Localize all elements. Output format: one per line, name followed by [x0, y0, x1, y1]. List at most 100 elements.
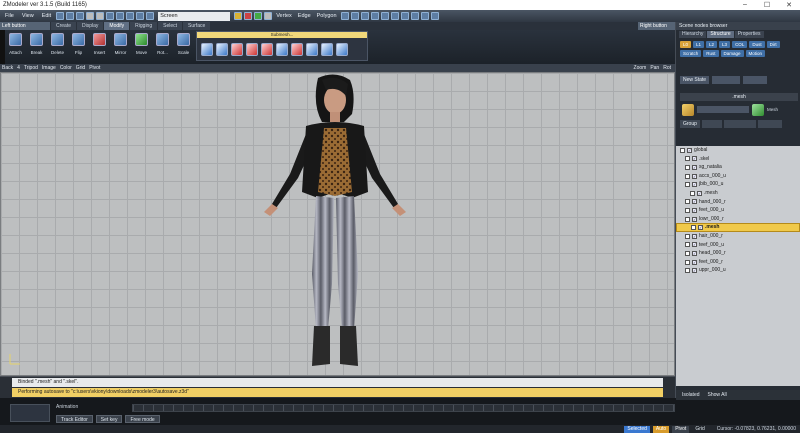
tree-node[interactable]: ✓ .skel	[676, 155, 800, 164]
chip-l3[interactable]: L3	[719, 41, 731, 48]
submesh-tool-icon[interactable]	[321, 43, 333, 56]
viewport-pivot[interactable]: Pivot	[89, 65, 100, 71]
viewport-tripod[interactable]: Tripod	[24, 65, 38, 71]
lock-icon[interactable]	[264, 12, 273, 20]
expand-box-icon[interactable]	[685, 173, 690, 179]
viewport-grid[interactable]: Grid	[76, 65, 85, 71]
expand-box-icon[interactable]	[691, 225, 696, 231]
new-file-icon[interactable]	[56, 12, 65, 20]
open-file-icon[interactable]	[66, 12, 75, 20]
tree-node[interactable]: ✓ uppr_000_u	[676, 266, 800, 275]
layout-icon[interactable]	[126, 12, 135, 20]
isolated-toggle[interactable]: Isolated	[682, 392, 700, 398]
settings-icon[interactable]	[430, 12, 439, 20]
expand-box-icon[interactable]	[685, 207, 690, 213]
status-selected[interactable]: Selected	[624, 425, 650, 433]
status-pivot[interactable]: Pivot	[672, 425, 690, 433]
tool-scale[interactable]: Scale	[173, 30, 194, 64]
expand-box-icon[interactable]	[685, 182, 690, 188]
tab-select[interactable]: Select	[158, 22, 183, 30]
tree-node[interactable]: ✓ hair_000_r	[676, 232, 800, 241]
group-option[interactable]	[723, 120, 756, 128]
tab-modify[interactable]: Modify	[104, 22, 130, 30]
maximize-button[interactable]: ☐	[756, 1, 778, 9]
tree-node[interactable]: ✓ hand_000_r	[676, 198, 800, 207]
tool-rotate[interactable]: Rot...	[152, 30, 173, 64]
chip-l0[interactable]: L0	[680, 41, 692, 48]
expand-box-icon[interactable]	[690, 190, 695, 196]
mesh-cube-icon[interactable]	[682, 103, 694, 116]
visibility-check-icon[interactable]: ✓	[692, 233, 697, 239]
mesh-type-icon[interactable]	[752, 103, 764, 116]
visibility-check-icon[interactable]: ✓	[692, 173, 697, 179]
material-icon[interactable]	[410, 12, 419, 20]
animation-play-controls[interactable]	[10, 404, 50, 422]
menu-file[interactable]: File	[2, 13, 17, 19]
unhide-icon[interactable]	[390, 12, 399, 20]
menu-view[interactable]: View	[19, 13, 37, 19]
chip-damage[interactable]: Damage	[720, 50, 744, 57]
visibility-check-icon[interactable]: ✓	[692, 268, 697, 274]
texture-icon[interactable]	[146, 12, 155, 20]
chip-rust[interactable]: Rust	[703, 50, 719, 57]
viewport-view-menu[interactable]: Back	[2, 65, 13, 71]
animation-timeline[interactable]	[132, 404, 675, 412]
tool-attach[interactable]: Attach	[5, 30, 26, 64]
group-button[interactable]: Group	[680, 120, 700, 128]
viewport-pan[interactable]: Pan	[650, 65, 659, 71]
submesh-tool-icon[interactable]	[231, 43, 243, 56]
group-option[interactable]	[701, 120, 722, 128]
viewport-rot[interactable]: Rot	[663, 65, 671, 71]
select-polygon-toggle[interactable]: Polygon	[315, 13, 339, 19]
redo-icon[interactable]	[96, 12, 105, 20]
viewport-zoom[interactable]: Zoom	[634, 65, 647, 71]
visibility-check-icon[interactable]: ✓	[692, 156, 697, 162]
expand-box-icon[interactable]	[685, 199, 690, 205]
render-mode-icon[interactable]	[136, 12, 145, 20]
tab-create[interactable]: Create	[51, 22, 77, 30]
left-button-mode[interactable]: Left button	[0, 22, 50, 30]
tree-node[interactable]: ✓ global	[676, 146, 800, 155]
chip-col[interactable]: COL	[732, 41, 748, 48]
axis-x-icon[interactable]	[234, 12, 243, 20]
tool-mirror[interactable]: Mirror	[110, 30, 131, 64]
expand-box-icon[interactable]	[685, 216, 690, 222]
expand-box-icon[interactable]	[685, 268, 690, 274]
expand-box-icon[interactable]	[685, 259, 690, 265]
status-auto[interactable]: Auto	[652, 425, 670, 433]
visibility-check-icon[interactable]: ✓	[692, 259, 697, 265]
select-edge-toggle[interactable]: Edge	[296, 13, 313, 19]
chip-l2[interactable]: L2	[706, 41, 718, 48]
axis-y-icon[interactable]	[244, 12, 253, 20]
track-editor-button[interactable]: Track Editor	[56, 415, 93, 423]
state-button[interactable]	[743, 76, 768, 84]
expand-box-icon[interactable]	[685, 156, 690, 162]
visibility-check-icon[interactable]: ✓	[687, 147, 692, 153]
expand-box-icon[interactable]	[685, 242, 690, 248]
hide-icon[interactable]	[380, 12, 389, 20]
screen-dropdown[interactable]: Screen	[158, 11, 231, 21]
state-button[interactable]	[712, 76, 741, 84]
tool-delete[interactable]: Delete	[47, 30, 68, 64]
free-mode-button[interactable]: Free mode	[125, 415, 160, 423]
chip-dust[interactable]: Dust	[749, 41, 765, 48]
visibility-check-icon[interactable]: ✓	[697, 190, 702, 196]
tab-hierarchy[interactable]: Hierarchy	[679, 31, 707, 38]
tree-node[interactable]: ✓ .mesh	[676, 223, 800, 232]
minimize-button[interactable]: –	[734, 1, 756, 9]
uv-icon[interactable]	[420, 12, 429, 20]
chip-dirt[interactable]: Dirt	[766, 41, 780, 48]
tab-display[interactable]: Display	[77, 22, 104, 30]
submesh-tool-icon[interactable]	[276, 43, 288, 56]
submesh-tool-icon[interactable]	[291, 43, 303, 56]
visibility-check-icon[interactable]: ✓	[692, 207, 697, 213]
tree-node[interactable]: ✓ jbib_000_u	[676, 180, 800, 189]
submesh-tool-icon[interactable]	[246, 43, 258, 56]
tree-node[interactable]: ✓ sg_natalia	[676, 163, 800, 172]
tree-node[interactable]: ✓ lowr_000_r	[676, 215, 800, 224]
chip-scratch[interactable]: Scratch	[680, 50, 702, 57]
mesh-name-field[interactable]	[697, 106, 749, 113]
snap-icon[interactable]	[360, 12, 369, 20]
set-key-button[interactable]: Set key	[95, 415, 123, 423]
visibility-check-icon[interactable]: ✓	[692, 242, 697, 248]
